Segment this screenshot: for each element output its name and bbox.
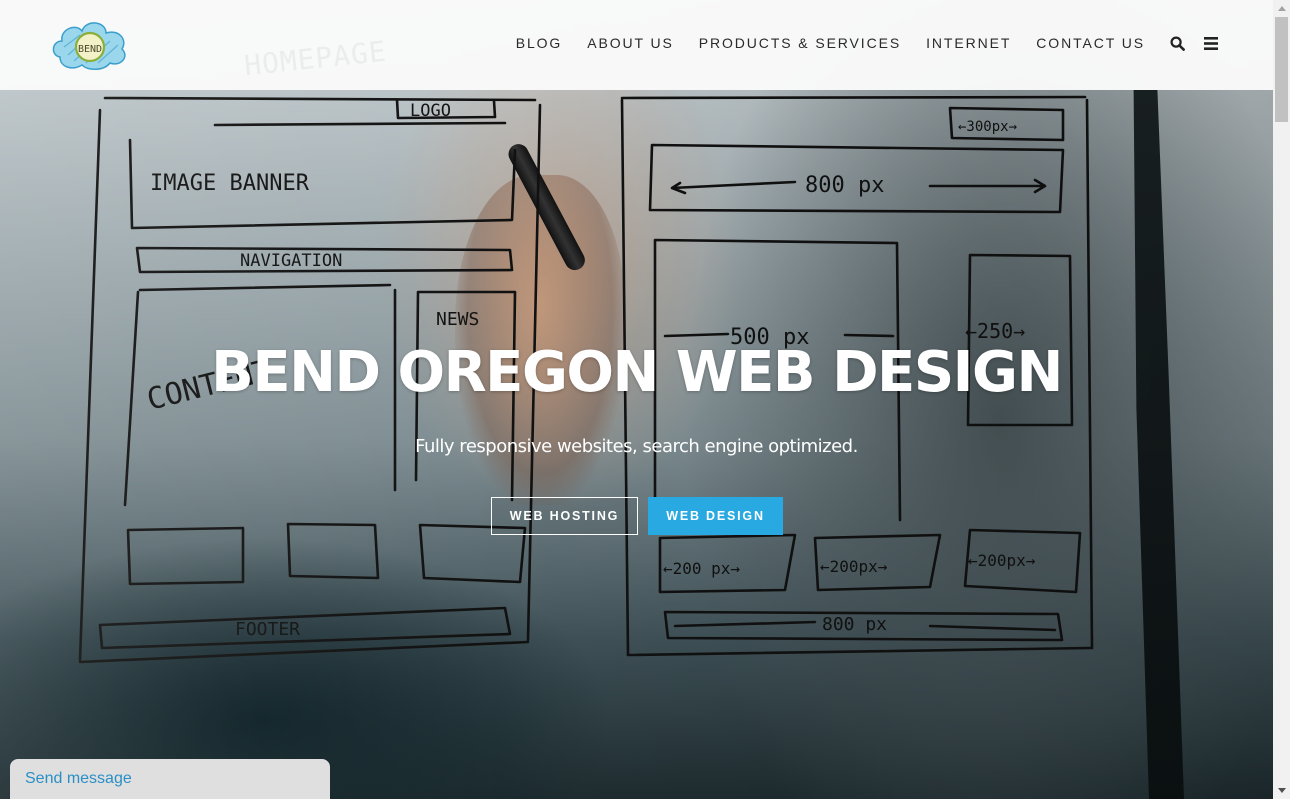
arrow-down-icon bbox=[1277, 788, 1286, 793]
hamburger-menu-icon bbox=[1204, 36, 1218, 50]
nav-link-contact-us[interactable]: CONTACT US bbox=[1036, 35, 1145, 51]
sketch-label-image-banner: IMAGE BANNER bbox=[150, 171, 310, 196]
marker-pen-image-region bbox=[505, 140, 589, 274]
web-design-button[interactable]: WEB DESIGN bbox=[648, 497, 783, 535]
bend-cloud-logo-icon: BEND bbox=[52, 22, 126, 70]
arrow-up-icon bbox=[1277, 6, 1286, 11]
nav-link-blog[interactable]: BLOG bbox=[516, 35, 563, 51]
search-button[interactable] bbox=[1169, 35, 1185, 51]
sketch-label-200px-c: ←200px→ bbox=[968, 551, 1036, 570]
sketch-label-800px-top: 800 px bbox=[805, 173, 884, 198]
nav-link-internet[interactable]: INTERNET bbox=[926, 35, 1011, 51]
hero-subtitle: Fully responsive websites, search engine… bbox=[415, 436, 858, 457]
site-logo[interactable]: BEND bbox=[50, 17, 130, 73]
sketch-label-news: NEWS bbox=[436, 309, 479, 330]
sketch-label-logo: LOGO bbox=[410, 101, 451, 121]
sketch-label-200px-a: ←200 px→ bbox=[663, 559, 740, 578]
send-message-widget[interactable]: Send message bbox=[10, 759, 330, 799]
background-sketch-homepage-text: HOMEPAGE bbox=[242, 34, 389, 83]
sketch-label-800px-bottom: 800 px bbox=[822, 614, 887, 635]
search-icon bbox=[1169, 35, 1185, 51]
scroll-down-button[interactable] bbox=[1273, 782, 1290, 799]
nav-link-products-services[interactable]: PRODUCTS & SERVICES bbox=[699, 35, 901, 51]
logo-text: BEND bbox=[78, 44, 102, 55]
web-hosting-button[interactable]: WEB HOSTING bbox=[491, 497, 638, 535]
scrollbar-thumb[interactable] bbox=[1275, 17, 1288, 122]
page-scrollbar[interactable] bbox=[1273, 0, 1290, 799]
main-nav: BLOG ABOUT US PRODUCTS & SERVICES INTERN… bbox=[491, 35, 1219, 51]
sketch-label-200px-b: ←200px→ bbox=[820, 557, 888, 576]
nav-link-about-us[interactable]: ABOUT US bbox=[587, 35, 674, 51]
sketch-label-300px: ←300px→ bbox=[958, 119, 1017, 135]
menu-button[interactable] bbox=[1203, 35, 1219, 51]
hero-title: BEND OREGON WEB DESIGN bbox=[211, 340, 1063, 405]
sketch-label-navigation: NAVIGATION bbox=[240, 251, 342, 271]
sketch-label-footer: FOOTER bbox=[235, 619, 300, 640]
site-header: HOMEPAGE BEND BLOG ABOUT US PRODUCTS & S… bbox=[0, 0, 1273, 90]
scroll-up-button[interactable] bbox=[1273, 0, 1290, 17]
